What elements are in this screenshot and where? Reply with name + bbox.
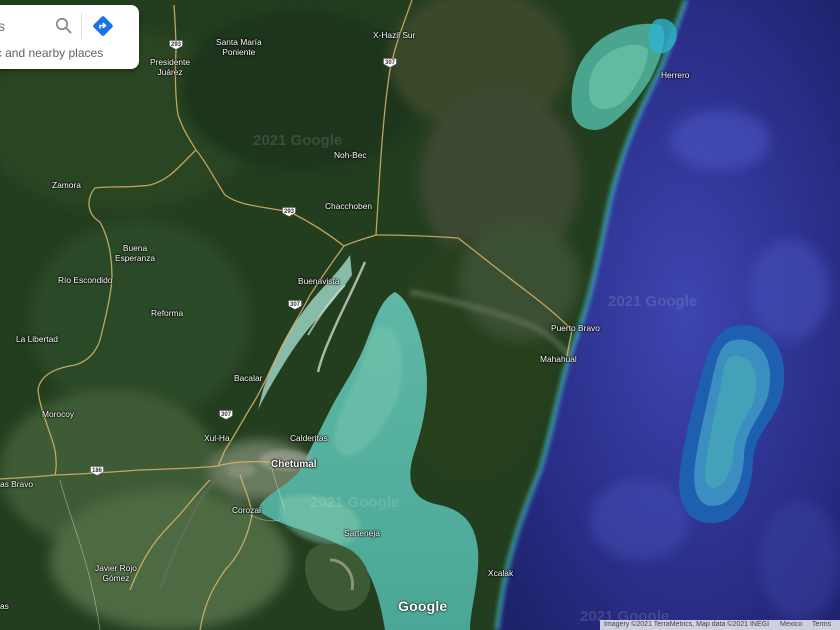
map-watermark: 2021 Google [310,494,400,511]
place-label-la-libertad[interactable]: La Libertad [16,334,58,344]
place-label-rio-escondido[interactable]: Río Escondido [58,275,112,285]
directions-icon[interactable] [90,13,116,39]
place-label-noh-bec[interactable]: Noh-Bec [334,150,367,160]
highway-shield-293: 293 [169,40,183,50]
country-link[interactable]: Mexico [780,620,802,630]
search-divider [81,13,82,39]
place-label-presidente-juarez[interactable]: Presidente Juárez [150,57,190,77]
imagery-attribution: Imagery ©2021 TerraMetrics, Map data ©20… [604,621,770,628]
map-watermark: 2021 Google [253,132,343,149]
highway-shield-307: 307 [383,58,397,68]
place-label-xul-ha[interactable]: Xul-Ha [204,433,230,443]
attribution-bar: Imagery ©2021 TerraMetrics, Map data ©20… [600,620,840,630]
google-logo: Google [398,598,448,614]
place-label-xcalak[interactable]: Xcalak [488,568,513,578]
highway-shield-307: 307 [219,410,233,420]
place-label-x-hazil-sur[interactable]: X-Hazil Sur [373,30,415,40]
place-label-morocoy[interactable]: Morocoy [42,409,74,419]
place-label-as[interactable]: as [0,601,9,611]
place-label-santa-maria-poniente[interactable]: Santa María Poniente [216,37,262,57]
place-label-puerto-bravo[interactable]: Puerto Bravo [551,323,600,333]
place-label-buenavista[interactable]: Buenavista [298,276,339,286]
map-watermark: 2021 Google [608,293,698,310]
place-label-bacalar[interactable]: Bacalar [234,373,262,383]
place-label-chacchoben[interactable]: Chacchoben [325,201,372,211]
place-label-zamora[interactable]: Zamora [52,180,81,190]
highway-shield-307: 307 [288,300,302,310]
place-label-calderitas[interactable]: Calderitas [290,433,328,443]
place-label-reforma[interactable]: Reforma [151,308,183,318]
search-box: affic and nearby places [0,5,139,69]
place-label-herrero[interactable]: Herrero [661,70,689,80]
search-hint: affic and nearby places [0,46,104,60]
search-icon[interactable] [53,15,75,37]
highway-shield-293: 293 [282,207,296,217]
place-label-javier-rojo-gomez[interactable]: Javier Rojo Gómez [95,563,137,583]
satellite-map[interactable] [0,0,840,630]
place-label-corozal[interactable]: Corozal [232,505,261,515]
place-label-as-bravo[interactable]: as Bravo [0,479,33,489]
place-label-buena-esperanza[interactable]: Buena Esperanza [115,243,155,263]
highway-shield-186: 186 [90,466,104,476]
place-label-sarteneja[interactable]: Sarteneja [344,528,380,538]
terms-link[interactable]: Terms [812,620,831,630]
place-label-chetumal[interactable]: Chetumal [271,459,317,471]
place-label-mahahual[interactable]: Mahahual [540,354,577,364]
